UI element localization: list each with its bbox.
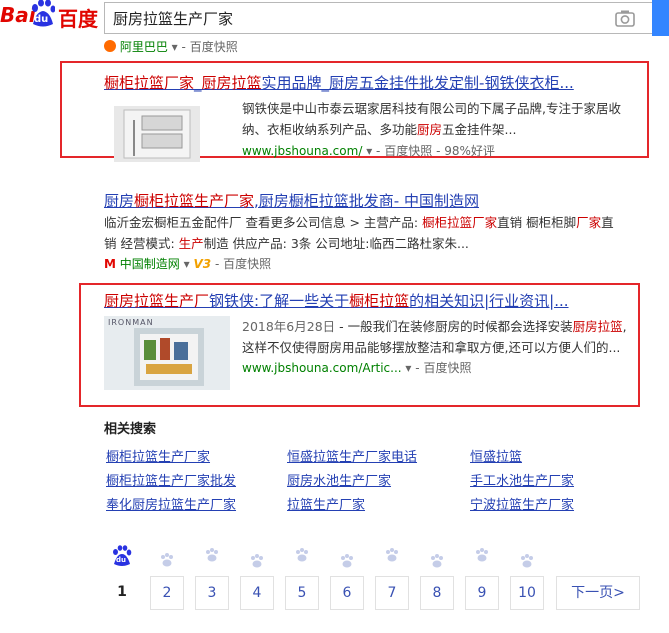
partial-source[interactable]: 阿里巴巴 bbox=[120, 40, 168, 54]
result-3-thumbnail[interactable]: IRONMAN bbox=[104, 316, 230, 390]
baidu-logo[interactable]: Bai du 百度 bbox=[0, 0, 105, 36]
paw-icon bbox=[206, 548, 218, 562]
result-2-title-link[interactable]: 厨房橱柜拉篮生产厂家,厨房橱柜拉篮批发商- 中国制造网 bbox=[104, 192, 479, 210]
camera-icon[interactable] bbox=[615, 9, 635, 31]
page-6-button[interactable]: 6 bbox=[330, 576, 364, 610]
result-1-thumbnail[interactable] bbox=[104, 100, 232, 176]
title-part: 的相关知识|行业资讯|... bbox=[409, 292, 569, 310]
page-4-button[interactable]: 4 bbox=[240, 576, 274, 610]
logo-text-cn: 百度 bbox=[58, 7, 98, 31]
paw-icon bbox=[251, 554, 263, 568]
page-5-button[interactable]: 5 bbox=[285, 576, 319, 610]
search-button[interactable] bbox=[652, 0, 669, 36]
result-3-desc-line2: 这样不仅使得厨房用品能够摆放整洁和拿取方便,还可以方便人们的... bbox=[242, 340, 621, 355]
result-2-source[interactable]: 中国制造网 bbox=[120, 257, 180, 271]
result-1-url[interactable]: www.jbshouna.com/ bbox=[242, 144, 362, 158]
header-bar: Bai du 百度 bbox=[0, 0, 669, 38]
result-2-source-line: M 中国制造网 ▾ V3 - 百度快照 bbox=[104, 257, 272, 271]
alibaba-icon bbox=[104, 40, 116, 52]
partial-result-source-line: 阿里巴巴 ▾ - 百度快照 bbox=[104, 38, 238, 55]
related-link[interactable]: 恒盛拉篮 bbox=[470, 446, 522, 465]
result-3-desc: 2018年6月28日 - 一般我们在装修厨房的时候都会选择安装厨房拉篮, 这样不… bbox=[242, 316, 642, 358]
title-em: 厨房拉篮生产厂 bbox=[104, 292, 210, 310]
paw-icon bbox=[476, 548, 488, 562]
v3-badge[interactable]: V3 bbox=[193, 257, 211, 271]
result-3-desc-line1: 2018年6月28日 - 一般我们在装修厨房的时候都会选择安装厨房拉篮, bbox=[242, 319, 627, 334]
result-2-desc: 临沂金宏橱柜五金配件厂 查看更多公司信息 > 主营产品: 橱柜拉篮厂家直销 橱柜… bbox=[104, 212, 644, 254]
made-in-china-icon: M bbox=[104, 257, 116, 271]
result-1-desc-line1: 钢铁侠是中山市泰云琚家居科技有限公司的下属子品牌,专注于家居收 bbox=[242, 101, 621, 116]
paw-icon bbox=[161, 553, 173, 567]
search-input[interactable] bbox=[105, 3, 613, 33]
page-10-button[interactable]: 10 bbox=[510, 576, 544, 610]
title-em: 橱柜拉篮厂家 bbox=[104, 74, 195, 92]
result-2-desc-line1: 临沂金宏橱柜五金配件厂 查看更多公司信息 > 主营产品: 橱柜拉篮厂家直销 橱柜… bbox=[104, 215, 614, 230]
title-part: 钢铁侠:了解一些关于 bbox=[209, 292, 350, 310]
related-link[interactable]: 恒盛拉篮生产厂家电话 bbox=[287, 446, 417, 465]
result-1-title[interactable]: 橱柜拉篮厂家_厨房拉篮实用品牌_厨房五金挂件批发定制-钢铁侠衣柜... bbox=[104, 74, 574, 92]
related-link[interactable]: 厨房水池生产厂家 bbox=[287, 470, 391, 489]
result-3-date: 2018年6月28日 bbox=[242, 319, 336, 334]
title-em: 厨房拉篮 bbox=[201, 74, 262, 92]
dropdown-icon[interactable]: ▾ bbox=[366, 144, 372, 158]
result-2-desc-line2: 销 经营模式: 生产制造 供应产品: 3条 公司地址:临西二路杜家朱... bbox=[104, 236, 469, 251]
paw-du-label: du bbox=[116, 556, 126, 564]
paw-icon bbox=[431, 554, 443, 568]
page-2-button[interactable]: 2 bbox=[150, 576, 184, 610]
related-link[interactable]: 橱柜拉篮生产厂家 bbox=[106, 446, 210, 465]
paw-current-icon: du bbox=[112, 545, 132, 567]
result-1-snapshot[interactable]: 百度快照 bbox=[384, 144, 432, 158]
page-3-button[interactable]: 3 bbox=[195, 576, 229, 610]
result-1-desc-line2: 纳、衣柜收纳系列产品、多功能厨房五金挂件架... bbox=[242, 122, 517, 137]
result-1-desc: 钢铁侠是中山市泰云琚家居科技有限公司的下属子品牌,专注于家居收 纳、衣柜收纳系列… bbox=[242, 98, 647, 140]
result-1-title-link[interactable]: 橱柜拉篮厂家_厨房拉篮实用品牌_厨房五金挂件批发定制-钢铁侠衣柜... bbox=[104, 74, 574, 92]
paw-icon bbox=[341, 554, 353, 568]
partial-snapshot[interactable]: 百度快照 bbox=[190, 40, 238, 54]
page-1-current: 1 bbox=[105, 576, 139, 610]
related-link[interactable]: 拉篮生产厂家 bbox=[287, 494, 365, 513]
paw-icon bbox=[296, 548, 308, 562]
result-3-snapshot[interactable]: 百度快照 bbox=[423, 361, 471, 375]
paw-icon bbox=[521, 554, 533, 568]
page-9-button[interactable]: 9 bbox=[465, 576, 499, 610]
title-part: 实用品牌_厨房五金挂件批发定制-钢铁侠衣柜... bbox=[261, 74, 574, 92]
thumbnail-brand-text: IRONMAN bbox=[108, 318, 154, 327]
result-3-title[interactable]: 厨房拉篮生产厂钢铁侠:了解一些关于橱柜拉篮的相关知识|行业资讯|... bbox=[104, 292, 569, 310]
related-link[interactable]: 手工水池生产厂家 bbox=[470, 470, 574, 489]
title-em: 橱柜拉篮 bbox=[349, 292, 410, 310]
title-em: 橱柜拉篮生产厂家 bbox=[134, 192, 255, 210]
paw-icon bbox=[386, 548, 398, 562]
title-part: _ bbox=[194, 74, 202, 92]
result-1-source-line: www.jbshouna.com/ ▾ - 百度快照 - 98%好评 bbox=[242, 144, 495, 158]
title-part: 厨房 bbox=[104, 192, 135, 210]
dropdown-icon[interactable]: ▾ bbox=[184, 257, 190, 271]
result-2-title[interactable]: 厨房橱柜拉篮生产厂家,厨房橱柜拉篮批发商- 中国制造网 bbox=[104, 192, 479, 210]
search-box bbox=[104, 2, 669, 34]
title-part: ,厨房橱柜拉篮批发商- 中国制造网 bbox=[254, 192, 479, 210]
result-2-snapshot[interactable]: 百度快照 bbox=[223, 257, 271, 271]
dropdown-icon[interactable]: ▾ bbox=[405, 361, 411, 375]
related-link[interactable]: 宁波拉篮生产厂家 bbox=[470, 494, 574, 513]
related-link[interactable]: 奉化厨房拉篮生产厂家 bbox=[106, 494, 236, 513]
result-3-url[interactable]: www.jbshouna.com/Artic... bbox=[242, 361, 402, 375]
page-7-button[interactable]: 7 bbox=[375, 576, 409, 610]
next-page-button[interactable]: 下一页> bbox=[556, 576, 640, 610]
related-searches-title: 相关搜索 bbox=[104, 422, 157, 437]
dropdown-icon[interactable]: ▾ bbox=[172, 40, 178, 54]
related-link[interactable]: 橱柜拉篮生产厂家批发 bbox=[106, 470, 236, 489]
page-8-button[interactable]: 8 bbox=[420, 576, 454, 610]
result-1-rating[interactable]: 98%好评 bbox=[444, 144, 495, 158]
logo-text-du: du bbox=[34, 14, 49, 25]
result-3-source-line: www.jbshouna.com/Artic... ▾ - 百度快照 bbox=[242, 361, 472, 375]
result-3-title-link[interactable]: 厨房拉篮生产厂钢铁侠:了解一些关于橱柜拉篮的相关知识|行业资讯|... bbox=[104, 292, 569, 310]
